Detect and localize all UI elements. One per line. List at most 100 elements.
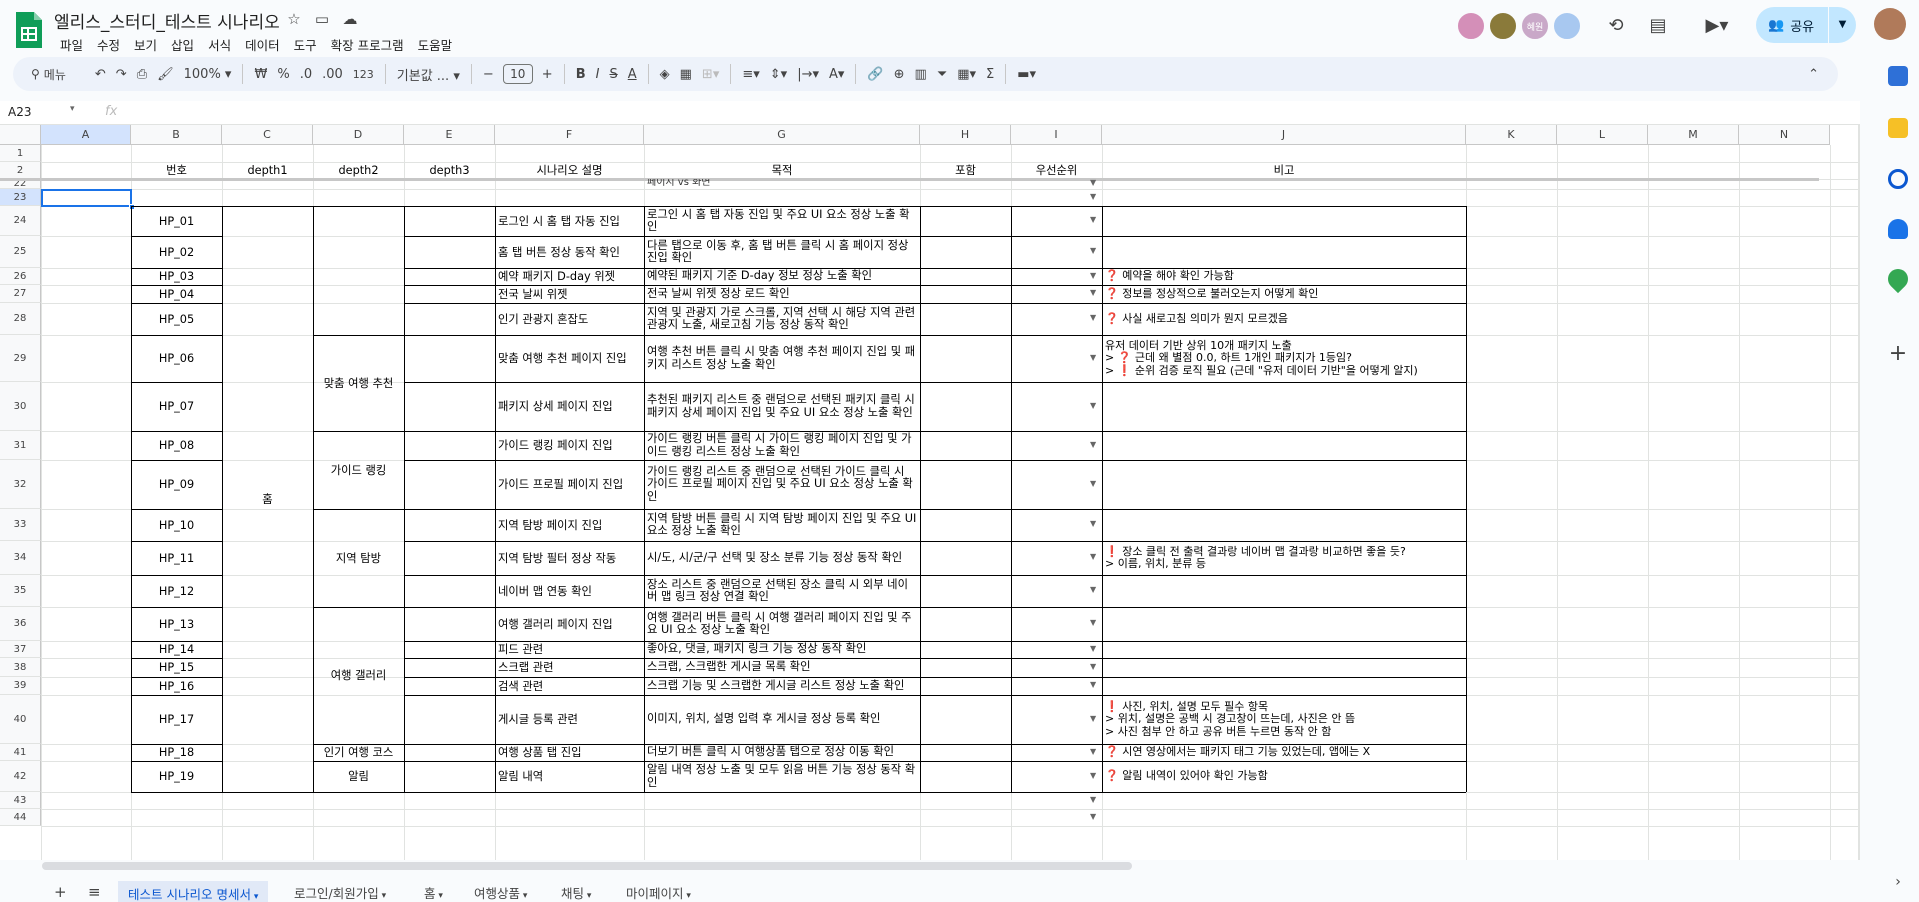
column-title[interactable]: depth2 (313, 162, 404, 179)
depth1-cell[interactable]: 홈 (222, 206, 313, 792)
dropdown-icon[interactable]: ▼ (1090, 618, 1096, 627)
move-folder-icon[interactable]: ▭ (312, 9, 332, 29)
scenario-id[interactable]: HP_13 (131, 607, 222, 641)
scenario-purpose[interactable]: 시/도, 시/군/구 선택 및 장소 분류 기능 정상 동작 확인 (644, 541, 920, 575)
scenario-description[interactable]: 게시글 등록 관련 (495, 695, 644, 744)
scenario-note[interactable] (1102, 431, 1466, 460)
chevron-down-icon[interactable]: ▾ (520, 891, 528, 901)
scenario-description[interactable]: 인기 관광지 혼잡도 (495, 303, 644, 335)
percent-format-button[interactable]: % (272, 67, 294, 82)
scenario-purpose[interactable]: 지역 탐방 버튼 클릭 시 지역 탐방 페이지 진입 및 주요 UI 요소 정상… (644, 509, 920, 541)
scenario-note[interactable]: ❗ 사진, 위치, 설명 모두 필수 항목 > 위치, 설명은 공백 시 경고창… (1102, 695, 1466, 744)
scenario-id[interactable]: HP_07 (131, 382, 222, 431)
functions-icon[interactable]: Σ (981, 67, 999, 82)
filter-icon[interactable]: ⏷ (932, 67, 952, 82)
scenario-description[interactable]: 예약 패키지 D-day 위젯 (495, 268, 644, 285)
partial-cell[interactable]: 페이지 vs 화면 (644, 179, 920, 189)
menu-item[interactable]: 보기 (127, 32, 164, 57)
add-sheet-icon[interactable]: + (48, 883, 73, 901)
column-header[interactable]: J (1102, 125, 1466, 145)
dropdown-icon[interactable]: ▼ (1090, 313, 1096, 322)
scenario-id[interactable]: HP_01 (131, 206, 222, 236)
more-formats-button[interactable]: 123 (348, 68, 379, 81)
scenario-purpose[interactable]: 여행 추천 버튼 클릭 시 맞춤 여행 추천 페이지 진입 및 패키지 리스트 … (644, 335, 920, 382)
column-header[interactable]: I (1011, 125, 1102, 145)
scenario-purpose[interactable]: 다른 탭으로 이동 후, 홈 탭 버튼 클릭 시 홈 페이지 정상 진입 확인 (644, 236, 920, 268)
chevron-down-icon[interactable]: ▾ (379, 891, 387, 901)
scenario-purpose[interactable]: 이미지, 위치, 설명 입력 후 게시글 정상 등록 확인 (644, 695, 920, 744)
scenario-description[interactable]: 홈 탭 버튼 정상 동작 확인 (495, 236, 644, 268)
row-header[interactable]: 44 (0, 809, 41, 826)
dropdown-icon[interactable]: ▼ (1090, 771, 1096, 780)
scenario-id[interactable]: HP_05 (131, 303, 222, 335)
chevron-down-icon[interactable]: ▾ (251, 892, 259, 902)
dropdown-icon[interactable]: ▼ (1090, 519, 1096, 528)
insert-link-icon[interactable]: 🔗 (862, 67, 888, 82)
filter-views-icon[interactable]: ▦▾ (952, 67, 981, 82)
horizontal-align-icon[interactable]: ≡▾ (737, 67, 764, 82)
scenario-purpose[interactable]: 스크랩 기능 및 스크랩한 게시글 리스트 정상 노출 확인 (644, 677, 920, 695)
row-header[interactable]: 41 (0, 744, 41, 761)
scenario-description[interactable]: 여행 상품 탭 진입 (495, 744, 644, 761)
select-all-corner[interactable] (0, 125, 41, 145)
scenario-note[interactable] (1102, 460, 1466, 509)
dropdown-icon[interactable]: ▼ (1090, 552, 1096, 561)
dropdown-icon[interactable]: ▼ (1090, 288, 1096, 297)
scenario-description[interactable]: 네이버 맵 연동 확인 (495, 575, 644, 607)
dropdown-icon[interactable]: ▼ (1090, 714, 1096, 723)
share-button[interactable]: 👥 공유 ▼ (1756, 7, 1856, 43)
undo-icon[interactable]: ↶ (90, 67, 111, 82)
row-header[interactable]: 36 (0, 607, 41, 641)
scenario-purpose[interactable]: 더보기 버튼 클릭 시 여행상품 탭으로 정상 이동 확인 (644, 744, 920, 761)
calendar-icon[interactable] (1888, 66, 1908, 86)
column-header[interactable]: B (131, 125, 222, 145)
font-select[interactable]: 기본값 ... ▾ (392, 65, 465, 84)
scenario-note[interactable]: ❓ 정보를 정상적으로 불러오는지 어떻게 확인 (1102, 285, 1466, 303)
history-icon[interactable]: ⟲ (1603, 13, 1629, 39)
scenario-description[interactable]: 지역 탐방 필터 정상 작동 (495, 541, 644, 575)
row-header[interactable]: 1 (0, 145, 41, 162)
scenario-description[interactable]: 알림 내역 (495, 761, 644, 792)
collaborator-avatar[interactable] (1488, 11, 1518, 41)
dropdown-icon[interactable]: ▼ (1090, 192, 1096, 201)
share-dropdown-icon[interactable]: ▼ (1828, 7, 1856, 43)
dropdown-icon[interactable]: ▼ (1090, 178, 1096, 187)
row-header[interactable]: 37 (0, 641, 41, 658)
font-size-decrease-icon[interactable]: − (478, 67, 499, 82)
scenario-note[interactable] (1102, 382, 1466, 431)
depth2-cell[interactable]: 가이드 랭킹 (313, 431, 404, 509)
scenario-note[interactable]: 유저 데이터 기반 상위 10개 패키지 노출 > ❓ 근데 왜 별점 0.0,… (1102, 335, 1466, 382)
meet-video-icon[interactable]: ▶▾ (1697, 13, 1737, 39)
scenario-description[interactable]: 로그인 시 홈 탭 자동 진입 (495, 206, 644, 236)
redo-icon[interactable]: ↷ (111, 67, 132, 82)
scenario-id[interactable]: HP_03 (131, 268, 222, 285)
scenario-note[interactable]: ❓ 사실 새로고침 의미가 뭔지 모르겠음 (1102, 303, 1466, 335)
row-header[interactable]: 34 (0, 541, 41, 575)
horizontal-scrollbar[interactable] (42, 862, 1132, 870)
scenario-description[interactable]: 여행 갤러리 페이지 진입 (495, 607, 644, 641)
cloud-status-icon[interactable]: ☁ (340, 9, 360, 29)
tasks-icon[interactable] (1888, 169, 1908, 189)
input-tools-icon[interactable]: ▬▾ (1012, 67, 1041, 82)
dropdown-icon[interactable]: ▼ (1090, 644, 1096, 653)
scenario-note[interactable] (1102, 575, 1466, 607)
scenario-id[interactable]: HP_17 (131, 695, 222, 744)
scenario-purpose[interactable]: 장소 리스트 중 랜덤으로 선택된 장소 클릭 시 외부 네이버 맵 링크 정상… (644, 575, 920, 607)
scenario-description[interactable]: 스크랩 관련 (495, 658, 644, 677)
row-header[interactable]: 33 (0, 509, 41, 541)
scenario-note[interactable]: ❓ 예약을 해야 확인 가능함 (1102, 268, 1466, 285)
sheet-tab[interactable]: 마이페이지 ▾ (620, 883, 697, 902)
scenario-purpose[interactable]: 좋아요, 댓글, 패키지 링크 기능 정상 동작 확인 (644, 641, 920, 658)
row-header[interactable]: 2 (0, 162, 41, 179)
sheet-tab[interactable]: 로그인/회원가입 ▾ (288, 883, 392, 902)
row-header[interactable]: 35 (0, 575, 41, 607)
row-header[interactable]: 27 (0, 285, 41, 303)
depth2-cell[interactable]: 인기 여행 코스 (313, 744, 404, 761)
scenario-id[interactable]: HP_15 (131, 658, 222, 677)
increase-decimal-button[interactable]: .00 (317, 67, 348, 82)
scenario-note[interactable] (1102, 509, 1466, 541)
text-rotation-icon[interactable]: A▾ (824, 67, 849, 82)
row-header[interactable]: 38 (0, 658, 41, 677)
scenario-purpose[interactable]: 여행 갤러리 버튼 클릭 시 여행 갤러리 페이지 진입 및 주요 UI 요소 … (644, 607, 920, 641)
column-title[interactable]: 목적 (644, 162, 920, 179)
